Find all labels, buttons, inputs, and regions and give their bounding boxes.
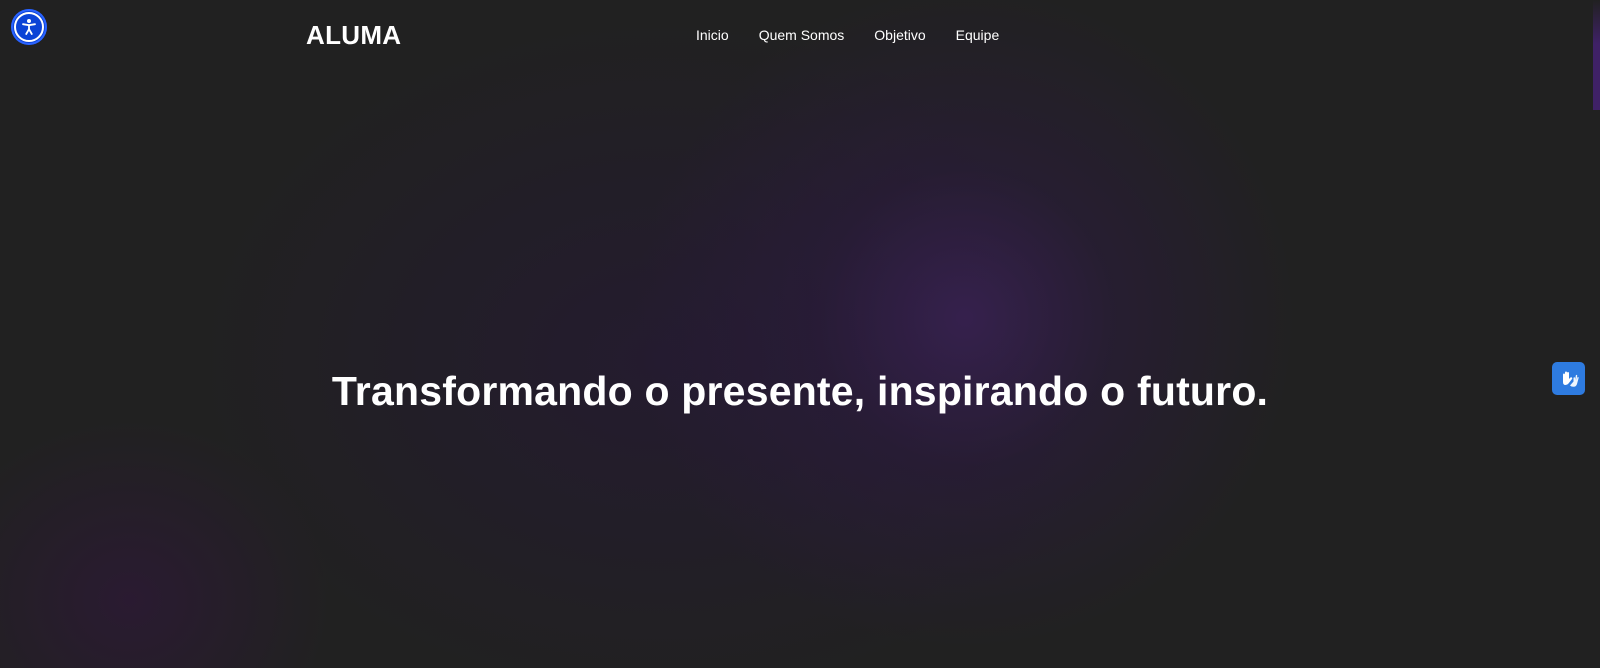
hero-title: Transformando o presente, inspirando o f… <box>331 368 1269 414</box>
sign-language-hands-icon <box>1562 371 1579 387</box>
scrollbar[interactable] <box>1593 0 1600 110</box>
nav-link-quem-somos[interactable]: Quem Somos <box>759 27 845 43</box>
nav-link-inicio[interactable]: Inicio <box>696 27 729 43</box>
page: ALUMA Inicio Quem Somos Objetivo Equipe … <box>0 0 1600 668</box>
site-logo[interactable]: ALUMA <box>306 20 401 51</box>
site-header: ALUMA Inicio Quem Somos Objetivo Equipe <box>0 0 1600 70</box>
main-nav: Inicio Quem Somos Objetivo Equipe <box>696 27 999 43</box>
vlibras-button[interactable] <box>1552 362 1585 395</box>
nav-link-objetivo[interactable]: Objetivo <box>874 27 925 43</box>
nav-link-equipe[interactable]: Equipe <box>956 27 1000 43</box>
